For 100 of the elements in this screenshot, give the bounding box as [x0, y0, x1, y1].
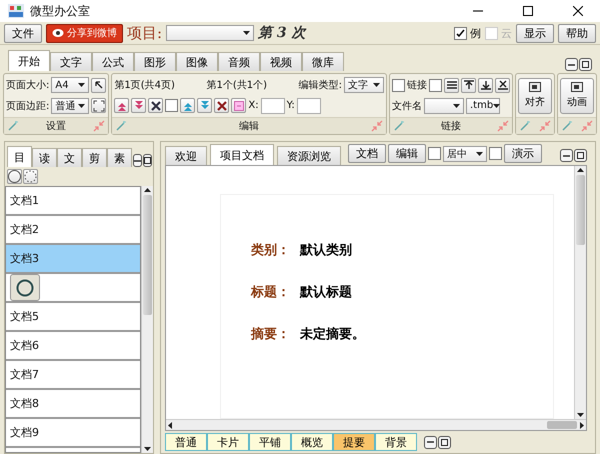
y-input[interactable] [296, 98, 321, 114]
filename-dropdown[interactable] [424, 98, 464, 114]
align-bottom-button[interactable] [478, 78, 493, 92]
restore-button[interactable] [574, 149, 587, 162]
document-item[interactable]: 文档3 [6, 245, 140, 274]
ribbon-tab[interactable]: 视频 [260, 52, 302, 71]
ribbon-tab[interactable]: 文字 [50, 52, 92, 71]
scroll-up-arrow[interactable] [576, 166, 585, 175]
scroll-up-arrow[interactable] [143, 186, 152, 195]
lines-button[interactable] [444, 78, 459, 92]
x-input[interactable] [260, 98, 285, 114]
view-tab[interactable]: 提要 [333, 433, 375, 451]
minimize-icon [568, 64, 575, 66]
minimize-button[interactable] [565, 58, 578, 71]
caret-icon [243, 31, 250, 35]
close-icon [573, 6, 583, 16]
document-item[interactable] [6, 274, 140, 303]
scroll-thumb[interactable] [576, 175, 585, 245]
checkbox[interactable] [429, 78, 442, 92]
checkbox[interactable] [428, 147, 441, 160]
scroll-down-arrow[interactable] [576, 410, 585, 419]
window-icon [571, 82, 583, 92]
present-button[interactable]: 演示 [504, 144, 542, 163]
share-button[interactable]: 分享到微博 [46, 24, 123, 42]
toolbar-button[interactable]: 帮助 [558, 24, 596, 42]
ribbon-tab[interactable]: 公式 [92, 52, 134, 71]
corners-button[interactable] [91, 98, 106, 114]
restore-button[interactable] [438, 436, 451, 448]
circle-button[interactable] [7, 169, 22, 184]
page-size-dropdown[interactable]: A4 [51, 77, 90, 94]
restore-button[interactable] [143, 154, 152, 167]
field-value: 默认类别 [300, 242, 352, 259]
cross-icon [216, 100, 228, 112]
panel-tab[interactable]: 文 [57, 148, 82, 167]
edit-type-dropdown[interactable]: 文字 [344, 77, 384, 94]
ribbon-button[interactable]: 对齐 [518, 78, 552, 114]
scroll-down-arrow[interactable] [143, 444, 152, 453]
square-icon [144, 157, 151, 164]
restore-button[interactable] [579, 58, 592, 71]
square-icon [582, 61, 589, 68]
ribbon-tab[interactable]: 开始 [8, 50, 50, 71]
dotted-circle-button[interactable] [23, 169, 38, 184]
checkbox[interactable] [454, 26, 467, 40]
margin-dropdown[interactable]: 普通 [51, 98, 90, 114]
circle-button[interactable] [10, 274, 40, 301]
maximize-icon [523, 6, 533, 16]
group-title: 编辑 [239, 120, 260, 133]
cross-button[interactable] [214, 98, 230, 114]
document-tab[interactable]: 项目文档 [210, 144, 274, 165]
panel-button[interactable]: 编辑 [388, 144, 426, 163]
view-tab[interactable]: 普通 [165, 433, 207, 451]
cross-icon [496, 79, 508, 91]
window-title: 微型办公室 [30, 2, 91, 20]
align-bottom-icon [480, 79, 492, 91]
cross-button[interactable] [495, 78, 510, 92]
field-label: X: [248, 100, 259, 112]
ribbon-button[interactable]: 动画 [560, 78, 594, 114]
caret-icon [493, 104, 500, 108]
file-button[interactable]: 文件 [4, 24, 42, 42]
panel-tab[interactable]: 目 [7, 146, 32, 167]
panel-tab[interactable]: 剪 [82, 148, 107, 167]
document-tab[interactable]: 资源浏览 [277, 146, 341, 165]
document-tab[interactable]: 欢迎 [165, 146, 207, 165]
item-info: 第1个(共1个) [206, 78, 268, 92]
scroll-thumb[interactable] [547, 421, 577, 429]
view-tab[interactable]: 背景 [375, 433, 417, 451]
double-down-arrow-icon [198, 100, 211, 112]
minimize-button[interactable] [560, 149, 573, 162]
caret-icon [78, 104, 86, 108]
panel-tab[interactable]: 素 [107, 148, 132, 167]
checkbox[interactable] [392, 78, 405, 92]
scroll-thumb[interactable] [143, 195, 152, 315]
caret-icon [476, 152, 483, 156]
toolbar-button[interactable]: 显示 [516, 24, 554, 42]
minimize-button[interactable] [424, 436, 437, 448]
align-top-button[interactable] [461, 78, 476, 92]
minimize-icon [427, 441, 434, 443]
view-tab[interactable]: 卡片 [207, 433, 249, 451]
ribbon-tab[interactable]: 图形 [134, 52, 176, 71]
checkbox[interactable] [489, 147, 502, 160]
minimize-button[interactable] [133, 154, 142, 167]
project-dropdown[interactable] [166, 25, 254, 41]
arrow-button[interactable] [91, 78, 106, 93]
scroll-right-arrow[interactable] [577, 420, 586, 430]
double-up-arrow-button[interactable] [180, 98, 196, 114]
double-down-arrow-button[interactable] [131, 98, 146, 114]
extension-dropdown[interactable]: .tmb [466, 98, 500, 114]
view-tab[interactable]: 平铺 [249, 433, 291, 451]
cross-button[interactable] [148, 98, 164, 114]
double-up-arrow-button[interactable] [114, 98, 130, 114]
panel-tab[interactable]: 读 [32, 148, 57, 167]
align-dropdown[interactable]: 居中 [443, 146, 487, 162]
ribbon-tab[interactable]: 音频 [218, 52, 260, 71]
ribbon-tab[interactable]: 图像 [176, 52, 218, 71]
checkbox[interactable] [165, 99, 178, 112]
scroll-left-arrow[interactable] [166, 420, 175, 430]
ribbon-tab[interactable]: 微库 [302, 52, 344, 71]
panel-button[interactable]: 文档 [348, 144, 386, 163]
field-label: 文件名 [392, 100, 422, 112]
view-tab[interactable]: 概览 [291, 433, 333, 451]
